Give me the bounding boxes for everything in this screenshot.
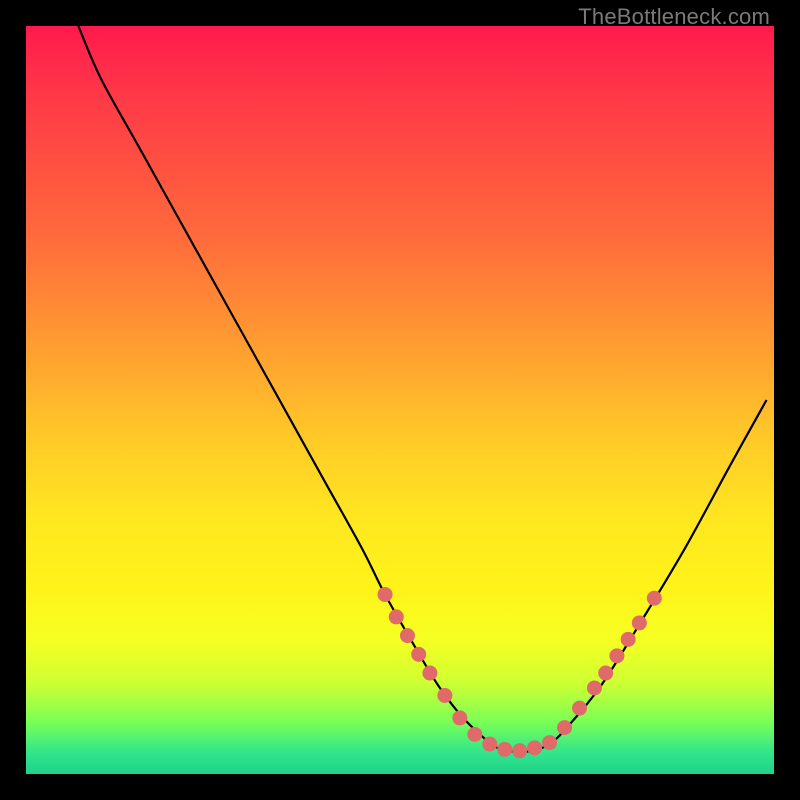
data-point-marker [647, 591, 662, 606]
markers-group [378, 587, 662, 758]
bottleneck-curve [78, 26, 766, 752]
data-point-marker [452, 710, 467, 725]
plot-area [26, 26, 774, 774]
data-point-marker [598, 666, 613, 681]
data-point-marker [632, 615, 647, 630]
data-point-marker [400, 628, 415, 643]
data-point-marker [422, 666, 437, 681]
data-point-marker [527, 740, 542, 755]
data-point-marker [411, 647, 426, 662]
curve-svg [26, 26, 774, 774]
data-point-marker [389, 609, 404, 624]
data-point-marker [512, 743, 527, 758]
data-point-marker [482, 737, 497, 752]
data-point-marker [467, 727, 482, 742]
data-point-marker [378, 587, 393, 602]
data-point-marker [542, 735, 557, 750]
data-point-marker [497, 742, 512, 757]
data-point-marker [587, 680, 602, 695]
data-point-marker [557, 720, 572, 735]
chart-frame: TheBottleneck.com [0, 0, 800, 800]
data-point-marker [437, 688, 452, 703]
data-point-marker [572, 701, 587, 716]
data-point-marker [609, 648, 624, 663]
data-point-marker [621, 632, 636, 647]
